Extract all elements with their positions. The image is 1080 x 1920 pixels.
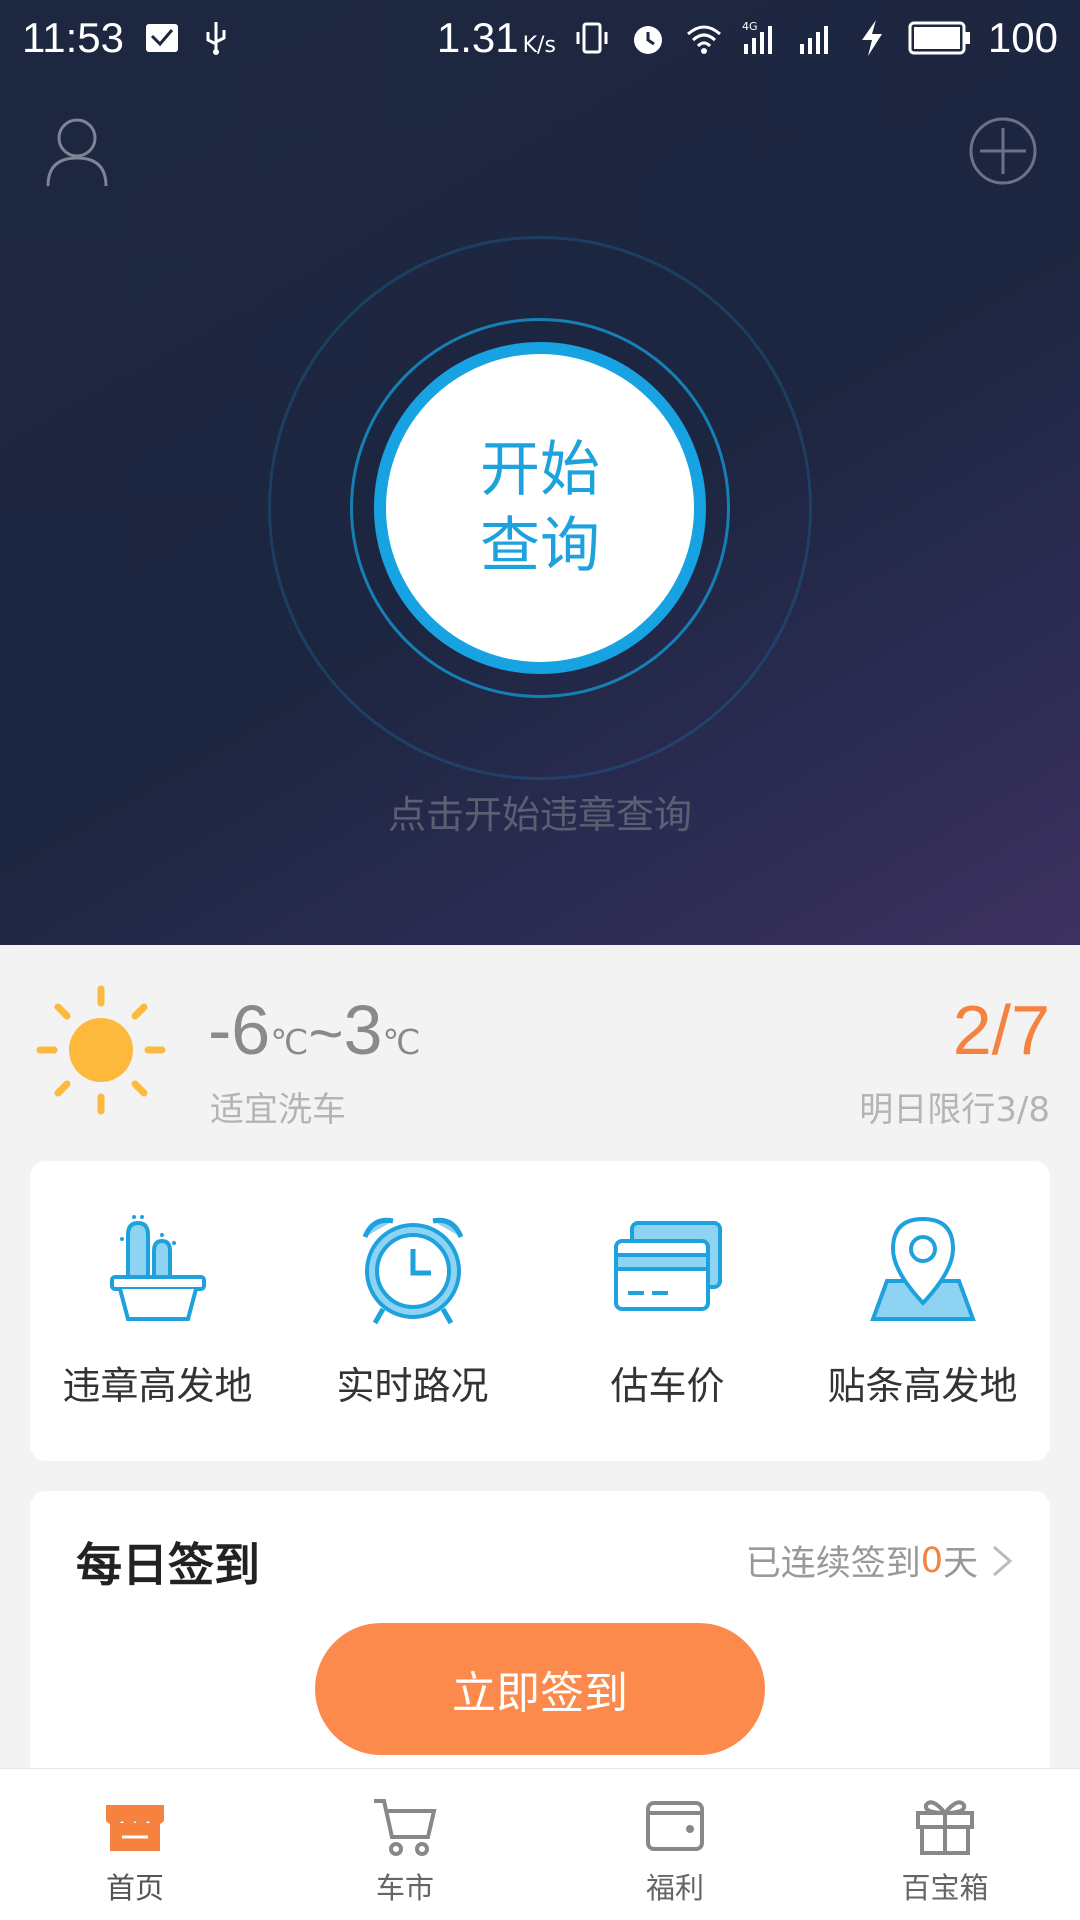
store-icon <box>106 1805 164 1851</box>
status-bar: 11:53 1.31 K/s 4G 100 <box>0 0 1080 76</box>
signal-icon <box>799 26 828 54</box>
hero-section: 11:53 1.31 K/s 4G 100 开始 查询 点击开始违章查询 <box>0 0 1080 945</box>
status-left-icons <box>142 18 236 58</box>
cart-icon <box>374 1799 437 1856</box>
feature-ticket-hotspots[interactable]: 贴条高发地 <box>795 1161 1050 1461</box>
profile-icon[interactable] <box>44 114 110 188</box>
checkin-title: 每日签到 <box>76 1538 260 1592</box>
network-speed: 1.31 K/s <box>436 14 556 61</box>
feature-car-valuation[interactable]: 估车价 <box>540 1161 795 1461</box>
wallet-icon <box>646 1801 704 1851</box>
checkin-button[interactable]: 立即签到 <box>315 1623 765 1755</box>
daily-checkin-card: 每日签到 已连续签到 0 天 立即签到 <box>30 1491 1050 1791</box>
signal-4g-icon: 4G <box>742 20 772 54</box>
nav-label: 百宝箱 <box>901 1871 989 1905</box>
feature-label: 估车价 <box>610 1364 725 1408</box>
battery-level: 100 <box>987 14 1058 61</box>
chevron-right-icon <box>993 1545 1013 1576</box>
temperature-range: -6℃~3℃ <box>208 991 421 1069</box>
nav-item-benefits[interactable]: 福利 <box>540 1769 810 1920</box>
nav-label: 车市 <box>375 1871 434 1905</box>
status-time: 11:53 <box>22 14 124 61</box>
nav-label: 福利 <box>645 1871 704 1905</box>
feature-live-traffic[interactable]: 实时路况 <box>285 1161 540 1461</box>
nav-label: 首页 <box>105 1871 164 1905</box>
cactus-pot-icon <box>109 1215 206 1321</box>
nav-item-toolbox[interactable]: 百宝箱 <box>810 1769 1080 1920</box>
sun-icon <box>36 985 166 1115</box>
vibrate-icon <box>576 22 608 54</box>
checkin-streak[interactable]: 已连续签到 0 天 <box>746 1535 1014 1586</box>
start-button-label: 开始 查询 <box>480 435 600 581</box>
cards-icon <box>613 1221 722 1311</box>
map-pin-icon <box>869 1216 976 1321</box>
bottom-nav: 首页 车市 福利 百宝箱 <box>0 1768 1080 1920</box>
battery-icon <box>908 21 970 55</box>
feature-label: 违章高发地 <box>62 1364 253 1408</box>
svg-text:4G: 4G <box>742 20 758 33</box>
alarm-clock-icon <box>362 1217 463 1325</box>
status-right: 1.31 K/s 4G 100 <box>437 14 1058 62</box>
traffic-limit[interactable]: 明日限行3/8 <box>859 1082 1050 1131</box>
start-hint: 点击开始违章查询 <box>387 793 692 837</box>
add-icon[interactable] <box>968 116 1038 186</box>
usb-icon <box>206 22 226 55</box>
wifi-icon <box>686 25 721 54</box>
feature-violation-hotspots[interactable]: 违章高发地 <box>30 1161 285 1461</box>
today-date: 2/7 <box>952 991 1050 1069</box>
car-wash-advice: 适宜洗车 <box>210 1090 346 1130</box>
feature-grid: 违章高发地 实时路况 估车价 贴条高发地 <box>30 1161 1050 1461</box>
start-query-button[interactable]: 开始 查询 <box>374 342 706 674</box>
feature-label: 贴条高发地 <box>827 1364 1018 1408</box>
notification-icon <box>146 24 178 52</box>
feature-label: 实时路况 <box>336 1364 489 1408</box>
nav-item-car-market[interactable]: 车市 <box>270 1769 540 1920</box>
alarm-icon <box>633 26 662 54</box>
nav-item-home[interactable]: 首页 <box>0 1769 270 1920</box>
charging-icon <box>861 20 882 56</box>
gift-icon <box>916 1800 974 1855</box>
